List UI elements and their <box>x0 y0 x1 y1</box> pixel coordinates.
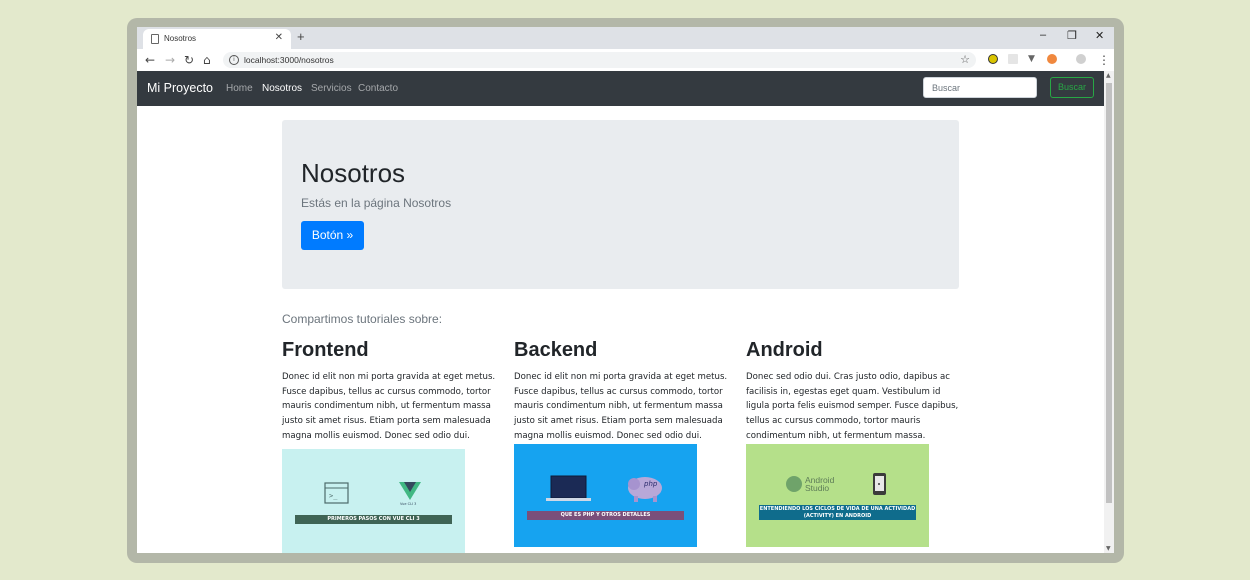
nav-link-home[interactable]: Home <box>226 83 253 94</box>
tutorials-lead: Compartimos tutoriales sobre: <box>282 312 443 326</box>
nav-link-contacto[interactable]: Contacto <box>358 83 398 94</box>
vue-sub-label: Vue CLI 3 <box>400 502 417 506</box>
close-tab-icon[interactable]: ✕ <box>275 32 283 43</box>
backend-column: Backend Donec id elit non mi porta gravi… <box>514 338 729 444</box>
page-scrollbar[interactable]: ▲ ▼ <box>1104 71 1114 553</box>
page-title: Nosotros <box>301 158 406 188</box>
browser-toolbar: ← → ↻ ⌂ i localhost:3000/nosotros ☆ ▼ ⋮ <box>137 49 1114 71</box>
android-thumbnail[interactable]: Android Studio ENTENDIENDO LOS CICLOS DE… <box>746 444 929 547</box>
bookmark-star-icon[interactable]: ☆ <box>960 53 970 66</box>
maximize-button[interactable]: ❐ <box>1067 29 1077 42</box>
extension-c-icon[interactable] <box>988 54 998 64</box>
vue-cli-thumbnail[interactable]: >_ Vue CLI 3 PRIMEROS PASOS CON VUE CLI … <box>282 449 465 553</box>
close-window-button[interactable]: ✕ <box>1095 29 1104 42</box>
new-tab-button[interactable]: + <box>297 29 305 44</box>
info-icon[interactable]: i <box>229 55 239 65</box>
jumbotron: Nosotros Estás en la página Nosotros Bot… <box>282 120 959 289</box>
thumbnail-caption: PRIMEROS PASOS CON VUE CLI 3 <box>295 515 452 524</box>
scroll-thumb[interactable] <box>1106 83 1112 503</box>
column-text: Donec id elit non mi porta gravida at eg… <box>282 372 496 441</box>
vue-illustration: >_ <box>324 482 421 504</box>
search-button[interactable]: Buscar <box>1050 77 1094 98</box>
home-icon[interactable]: ⌂ <box>203 53 211 67</box>
tab-title: Nosotros <box>164 34 197 43</box>
android-studio-label: Android Studio <box>805 475 835 493</box>
frontend-column: Frontend Donec id elit non mi porta grav… <box>282 338 497 444</box>
minimize-button[interactable]: – <box>1040 29 1046 41</box>
search-input[interactable]: Buscar <box>923 77 1037 98</box>
extension-v-icon[interactable]: ▼ <box>1028 54 1038 64</box>
jumbotron-lead: Estás en la página Nosotros <box>301 196 452 210</box>
profile-avatar-icon[interactable] <box>1076 54 1086 64</box>
site-navbar: Mi Proyecto Home Nosotros Servicios Cont… <box>137 71 1104 106</box>
thumbnail-caption: ENTENDIENDO LOS CICLOS DE VIDA DE UNA AC… <box>759 505 916 520</box>
android-column: Android Donec sed odio dui. Cras justo o… <box>746 338 961 444</box>
jumbotron-button[interactable]: Botón » <box>301 221 364 250</box>
php-thumbnail[interactable]: php QUE ES PHP Y OTROS DETALLES <box>514 444 697 547</box>
reload-icon[interactable]: ↻ <box>184 53 194 67</box>
column-title: Backend <box>514 339 598 361</box>
back-icon[interactable]: ← <box>145 53 155 67</box>
column-title: Frontend <box>282 339 369 361</box>
extension-box-icon[interactable] <box>1008 54 1018 64</box>
navbar-brand[interactable]: Mi Proyecto <box>147 81 213 95</box>
address-bar[interactable]: i localhost:3000/nosotros ☆ <box>223 52 976 68</box>
svg-text:>_: >_ <box>329 492 338 500</box>
php-sub-label: php <box>644 480 658 488</box>
forward-icon[interactable]: → <box>165 53 175 67</box>
android-illustration <box>786 473 886 495</box>
extension-orange-icon[interactable] <box>1047 54 1057 64</box>
nav-link-servicios[interactable]: Servicios <box>311 83 352 94</box>
browser-tab[interactable]: Nosotros ✕ <box>143 29 291 49</box>
url-text: localhost:3000/nosotros <box>244 55 334 65</box>
browser-window: Nosotros ✕ + – ❐ ✕ ← → ↻ ⌂ i localhost:3… <box>137 27 1114 553</box>
column-text: Donec id elit non mi porta gravida at eg… <box>514 372 728 441</box>
thumbnail-caption: QUE ES PHP Y OTROS DETALLES <box>527 511 684 520</box>
scroll-down-icon[interactable]: ▼ <box>1106 545 1111 552</box>
column-title: Android <box>746 339 823 361</box>
browser-menu-icon[interactable]: ⋮ <box>1098 53 1110 67</box>
scroll-up-icon[interactable]: ▲ <box>1106 72 1111 79</box>
nav-link-nosotros[interactable]: Nosotros <box>262 83 302 94</box>
tab-strip: Nosotros ✕ + – ❐ ✕ <box>137 27 1114 49</box>
column-text: Donec sed odio dui. Cras justo odio, dap… <box>746 372 959 441</box>
php-illustration <box>546 475 662 502</box>
page-icon <box>151 34 159 44</box>
